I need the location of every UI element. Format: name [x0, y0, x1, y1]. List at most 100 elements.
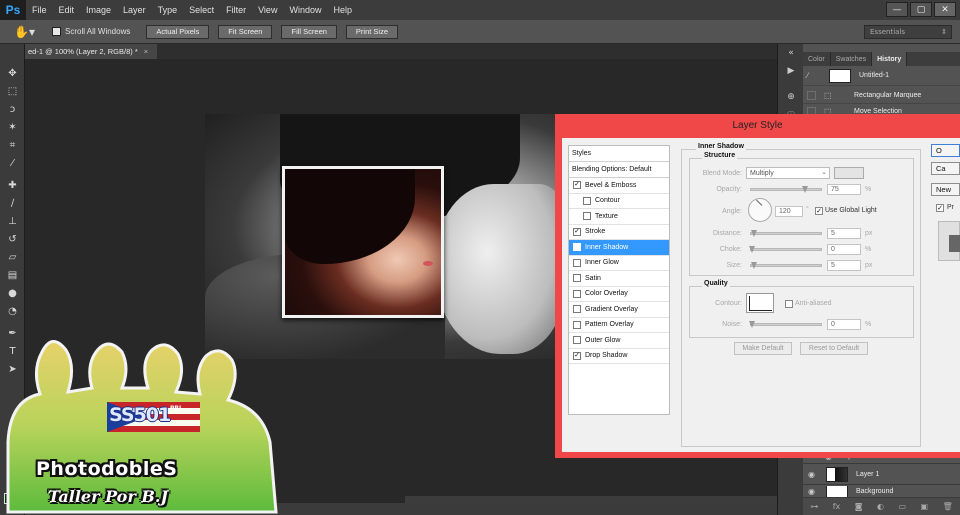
menu-image[interactable]: Image — [80, 5, 117, 15]
contour-picker[interactable] — [746, 293, 774, 313]
effect-checkbox[interactable] — [573, 274, 581, 283]
tab-swatches[interactable]: Swatches — [831, 52, 873, 66]
styles-header[interactable]: Styles — [569, 146, 669, 162]
effect-checkbox[interactable]: ✓ — [573, 181, 581, 190]
preview-checkbox[interactable]: ✓ — [936, 204, 944, 212]
play-action-icon[interactable]: ▶ — [783, 64, 799, 78]
style-item-contour[interactable]: Contour — [569, 194, 669, 209]
adjustment-icon[interactable]: ◐ — [877, 502, 884, 511]
effect-checkbox[interactable]: ✓ — [573, 227, 581, 236]
marquee-tool-icon[interactable]: ⬚ — [5, 84, 20, 99]
trash-icon[interactable]: 🗑 — [943, 502, 953, 511]
choke-slider[interactable] — [749, 246, 822, 253]
restore-button[interactable]: ▢ — [910, 2, 932, 17]
style-item-inner-glow[interactable]: Inner Glow — [569, 256, 669, 271]
actual-pixels-button[interactable]: Actual Pixels — [146, 24, 210, 39]
distance-slider[interactable] — [750, 230, 822, 237]
menu-type[interactable]: Type — [152, 5, 184, 15]
style-item-gradient-overlay[interactable]: Gradient Overlay — [569, 302, 669, 318]
dodge-tool-icon[interactable]: ◔ — [5, 304, 20, 319]
menu-file[interactable]: File — [26, 5, 53, 15]
fill-screen-button[interactable]: Fill Screen — [281, 24, 337, 39]
new-layer-icon[interactable]: ▣ — [921, 502, 929, 511]
layer-visibility-icon[interactable]: ◉ — [808, 487, 820, 496]
history-step-marquee[interactable]: ⬚ Rectangular Marquee — [803, 88, 960, 104]
make-default-button[interactable]: Make Default — [734, 342, 792, 355]
brush-tool-icon[interactable]: ∕ — [5, 196, 20, 211]
reset-to-default-button[interactable]: Reset to Default — [800, 342, 868, 355]
clone-stamp-tool-icon[interactable]: ⊥ — [5, 214, 20, 229]
history-panel-icon[interactable]: ⊕ — [783, 90, 799, 104]
opacity-slider[interactable] — [750, 186, 822, 193]
style-item-outer-glow[interactable]: Outer Glow — [569, 333, 669, 349]
menu-edit[interactable]: Edit — [53, 5, 81, 15]
brush-source-icon[interactable]: ∕ — [807, 71, 821, 80]
menu-window[interactable]: Window — [283, 5, 327, 15]
fx-icon[interactable]: fx — [833, 502, 841, 511]
shadow-color-swatch[interactable] — [834, 167, 864, 179]
link-layers-icon[interactable]: ⊶ — [810, 502, 818, 511]
ok-button[interactable]: O — [931, 144, 960, 157]
size-input[interactable]: 5 — [827, 260, 861, 271]
style-item-pattern-overlay[interactable]: Pattern Overlay — [569, 318, 669, 333]
history-source-checkbox[interactable] — [807, 91, 816, 100]
eyedropper-tool-icon[interactable]: ⁄ — [5, 156, 20, 171]
blur-tool-icon[interactable]: ● — [5, 286, 20, 301]
print-size-button[interactable]: Print Size — [345, 24, 399, 39]
menu-filter[interactable]: Filter — [220, 5, 252, 15]
anti-aliased-checkbox[interactable] — [785, 300, 793, 308]
effect-checkbox[interactable] — [573, 336, 581, 345]
document-tab[interactable]: ed-1 @ 100% (Layer 2, RGB/8) * × — [25, 44, 157, 59]
fit-screen-button[interactable]: Fit Screen — [218, 24, 273, 39]
collapse-panels-icon[interactable]: « — [783, 46, 799, 60]
blending-options-item[interactable]: Blending Options: Default — [569, 162, 669, 178]
crop-tool-icon[interactable]: ⌗ — [5, 138, 20, 153]
effect-checkbox[interactable] — [573, 305, 581, 314]
folder-icon[interactable]: ▭ — [898, 502, 906, 511]
angle-dial[interactable] — [748, 198, 772, 222]
menu-view[interactable]: View — [252, 5, 283, 15]
layer-row-background[interactable]: ◉ Background — [803, 486, 960, 498]
size-slider[interactable] — [750, 262, 822, 269]
layer-visibility-icon[interactable]: ◉ — [808, 470, 820, 479]
history-brush-tool-icon[interactable]: ↺ — [5, 232, 20, 247]
style-item-color-overlay[interactable]: Color Overlay — [569, 287, 669, 302]
style-item-bevel-emboss[interactable]: ✓ Bevel & Emboss — [569, 178, 669, 194]
style-item-stroke[interactable]: ✓ Stroke — [569, 225, 669, 240]
cancel-button[interactable]: Ca — [931, 162, 960, 175]
use-global-light-checkbox[interactable]: ✓ — [815, 207, 823, 215]
workspace-select[interactable]: Essentials ⇕ — [864, 25, 952, 39]
effect-checkbox[interactable] — [573, 258, 581, 267]
blend-mode-select[interactable]: Multiply ⌄ — [746, 167, 830, 179]
history-snapshot-row[interactable]: ∕ Untitled-1 — [803, 66, 960, 86]
minimize-button[interactable]: — — [886, 2, 908, 17]
healing-brush-tool-icon[interactable]: ✚ — [5, 178, 20, 193]
lasso-tool-icon[interactable]: ↄ — [5, 102, 20, 117]
gradient-tool-icon[interactable]: ▤ — [5, 268, 20, 283]
style-item-inner-shadow[interactable]: Inner Shadow — [569, 240, 669, 256]
effect-checkbox[interactable] — [583, 212, 591, 221]
noise-input[interactable]: 0 — [827, 319, 861, 330]
choke-input[interactable]: 0 — [827, 244, 861, 255]
effect-checkbox[interactable] — [573, 243, 581, 252]
effect-checkbox[interactable]: ✓ — [573, 351, 581, 360]
scroll-all-checkbox[interactable] — [52, 27, 61, 36]
menu-layer[interactable]: Layer — [117, 5, 152, 15]
style-item-satin[interactable]: Satin — [569, 271, 669, 287]
close-window-button[interactable]: ✕ — [934, 2, 956, 17]
effect-checkbox[interactable] — [573, 320, 581, 329]
eraser-tool-icon[interactable]: ▱ — [5, 250, 20, 265]
noise-slider[interactable] — [749, 321, 822, 328]
effect-checkbox[interactable] — [573, 289, 581, 298]
menu-select[interactable]: Select — [183, 5, 220, 15]
menu-help[interactable]: Help — [327, 5, 358, 15]
move-tool-icon[interactable]: ✥ — [5, 66, 20, 81]
effect-checkbox[interactable] — [583, 196, 591, 205]
new-style-button[interactable]: New — [931, 183, 960, 196]
hand-tool-icon[interactable]: ✋▾ — [14, 25, 40, 39]
mask-icon[interactable]: ◙ — [855, 502, 863, 511]
tab-color[interactable]: Color — [803, 52, 831, 66]
close-tab-icon[interactable]: × — [144, 47, 148, 56]
style-item-texture[interactable]: Texture — [569, 209, 669, 225]
tab-history[interactable]: History — [872, 52, 908, 66]
